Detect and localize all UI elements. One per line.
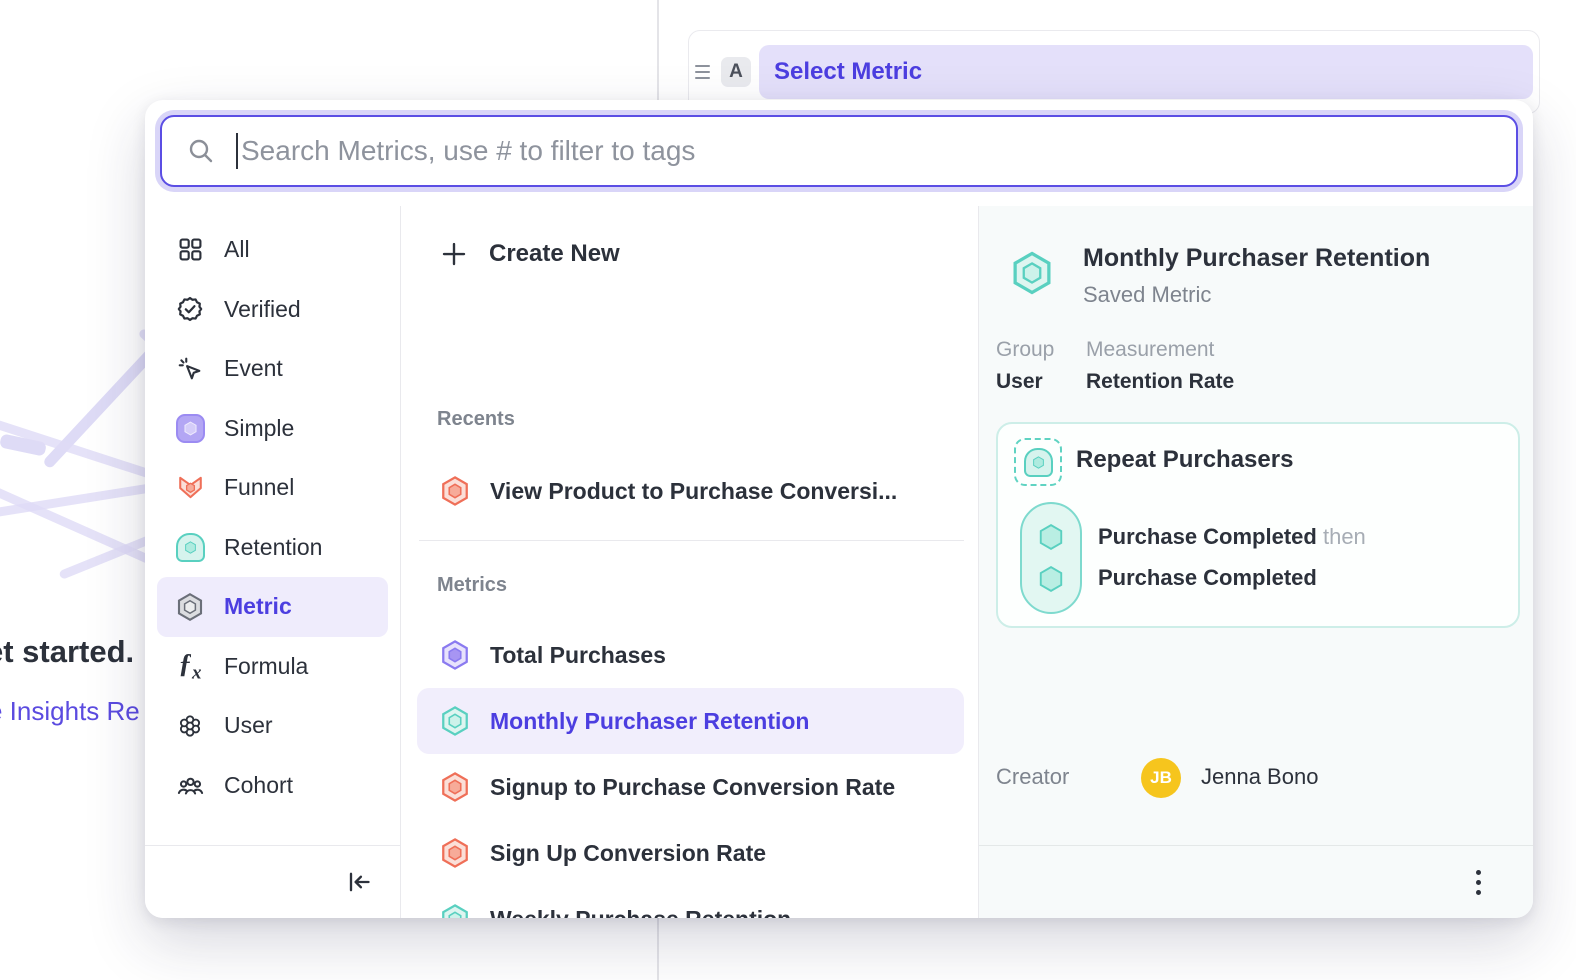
sidebar-item-funnel[interactable]: Funnel (157, 458, 388, 518)
definition-title: Repeat Purchasers (1076, 446, 1293, 474)
recents-section-header: Recents (437, 408, 515, 431)
metric-hexagon-icon (175, 592, 205, 622)
retention-metric-icon (175, 532, 205, 562)
verified-badge-icon (175, 294, 205, 324)
sidebar-item-formula[interactable]: ƒx Formula (157, 637, 388, 697)
sidebar-footer (145, 845, 400, 918)
detail-title: Monthly Purchaser Retention (1083, 244, 1430, 273)
detail-subtitle: Saved Metric (1083, 282, 1211, 308)
metric-list-item[interactable]: Signup to Purchase Conversion Rate (417, 754, 964, 820)
search-icon (186, 136, 216, 166)
retention-metric-icon (1009, 250, 1055, 296)
background-partial-heading: et started. (0, 634, 134, 670)
event-hexagon-icon (1036, 564, 1066, 594)
drag-handle-icon[interactable] (695, 62, 715, 82)
creator-row: Creator JB Jenna Bono (979, 758, 1533, 798)
simple-metric-icon (439, 639, 471, 671)
group-label: Group (996, 338, 1054, 362)
sidebar-item-user[interactable]: User (157, 696, 388, 756)
create-new-button[interactable]: Create New (417, 224, 964, 284)
group-value: User (996, 370, 1043, 394)
sidebar-item-metric[interactable]: Metric (157, 577, 388, 637)
metric-list-item[interactable]: Weekly Purchase Retention (417, 886, 964, 918)
metric-list-item[interactable]: Sign Up Conversion Rate (417, 820, 964, 886)
search-input[interactable]: Search Metrics, use # to filter to tags (160, 115, 1518, 187)
list-divider (419, 540, 964, 541)
funnel-metric-icon (439, 837, 471, 869)
metric-list-item[interactable]: Total Purchases (417, 622, 964, 688)
sidebar-item-cohort[interactable]: Cohort (157, 756, 388, 816)
definition-step-2: Purchase Completed (1098, 565, 1317, 591)
creator-name: Jenna Bono (1201, 764, 1318, 790)
metric-list-column: Create New Recents View Product to Purch… (401, 206, 978, 918)
sidebar-item-retention[interactable]: Retention (157, 518, 388, 578)
query-letter-badge: A (721, 57, 751, 87)
more-options-icon[interactable] (1462, 866, 1494, 898)
event-hexagon-icon (1036, 522, 1066, 552)
event-sequence-capsule (1020, 502, 1082, 614)
collapse-left-icon[interactable] (344, 868, 372, 896)
metric-detail-panel: Monthly Purchaser Retention Saved Metric… (979, 206, 1533, 918)
funnel-metric-icon (439, 771, 471, 803)
simple-metric-icon (175, 413, 205, 443)
detail-footer (979, 845, 1533, 918)
funnel-metric-icon (175, 473, 205, 503)
sidebar-item-all[interactable]: All (157, 220, 388, 280)
retention-behavior-icon (1014, 438, 1062, 486)
user-cluster-icon (175, 711, 205, 741)
search-bar: Search Metrics, use # to filter to tags (155, 110, 1523, 192)
select-metric-button[interactable]: Select Metric (759, 45, 1533, 99)
funnel-metric-icon (439, 475, 471, 507)
event-cursor-icon (175, 354, 205, 384)
measurement-value: Retention Rate (1086, 370, 1234, 394)
retention-metric-icon (439, 705, 471, 737)
plus-icon (439, 239, 469, 269)
creator-avatar[interactable]: JB (1141, 758, 1181, 798)
recent-metric-item[interactable]: View Product to Purchase Conversi... (417, 458, 964, 524)
measurement-label: Measurement (1086, 338, 1214, 362)
definition-step-1: Purchase Completed then (1098, 524, 1366, 550)
cohort-people-icon (175, 770, 205, 800)
sidebar-item-verified[interactable]: Verified (157, 280, 388, 340)
filter-sidebar: All Verified Event (145, 220, 400, 815)
grid-icon (175, 235, 205, 265)
creator-label: Creator (996, 764, 1069, 790)
text-caret (236, 133, 238, 169)
formula-icon: ƒx (175, 651, 205, 681)
sidebar-item-simple[interactable]: Simple (157, 399, 388, 459)
metric-list-item-selected[interactable]: Monthly Purchaser Retention (417, 688, 964, 754)
retention-metric-icon (439, 903, 471, 918)
sidebar-item-event[interactable]: Event (157, 339, 388, 399)
background-partial-link[interactable]: e Insights Re (0, 696, 140, 727)
metrics-section-header: Metrics (437, 574, 507, 597)
metric-picker-modal: Search Metrics, use # to filter to tags … (145, 100, 1533, 918)
metric-definition-card: Repeat Purchasers Purchase Completed the… (996, 422, 1520, 628)
search-placeholder: Search Metrics, use # to filter to tags (241, 135, 695, 167)
